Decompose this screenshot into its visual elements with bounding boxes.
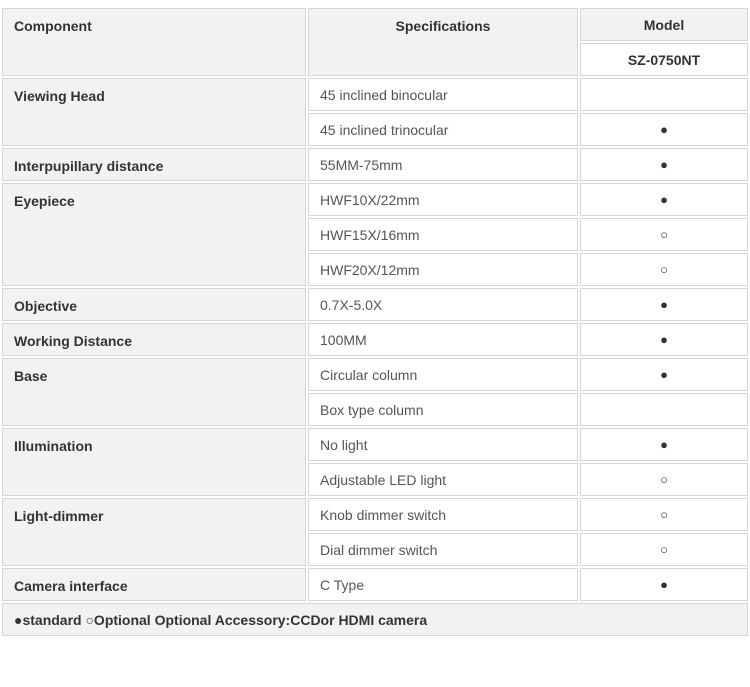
spec-cell: Circular column	[308, 358, 578, 391]
model-mark-cell: ○	[580, 218, 748, 251]
model-name: SZ-0750NT	[580, 43, 748, 76]
spec-cell: C Type	[308, 568, 578, 601]
model-mark-cell: ○	[580, 463, 748, 496]
spec-table-body: Component Specifications Model SZ-0750NT…	[2, 8, 748, 636]
header-component: Component	[2, 8, 306, 76]
component-cell: Working Distance	[2, 323, 306, 356]
model-mark-cell: ●	[580, 288, 748, 321]
spec-cell: 100MM	[308, 323, 578, 356]
table-row: Working Distance 100MM ●	[2, 323, 748, 356]
spec-cell: Dial dimmer switch	[308, 533, 578, 566]
model-mark-cell: ●	[580, 113, 748, 146]
spec-cell: Adjustable LED light	[308, 463, 578, 496]
component-cell: Camera interface	[2, 568, 306, 601]
model-mark-cell: ●	[580, 358, 748, 391]
table-row: Objective 0.7X-5.0X ●	[2, 288, 748, 321]
model-mark-cell: ○	[580, 498, 748, 531]
model-mark-cell: ●	[580, 428, 748, 461]
component-cell: Viewing Head	[2, 78, 306, 146]
legend-row: ●standard ○Optional Optional Accessory:C…	[2, 603, 748, 636]
header-model: Model	[580, 8, 748, 41]
component-cell: Illumination	[2, 428, 306, 496]
model-mark-cell: ●	[580, 148, 748, 181]
spec-cell: No light	[308, 428, 578, 461]
model-mark-cell: ●	[580, 183, 748, 216]
spec-cell: HWF15X/16mm	[308, 218, 578, 251]
table-row: Viewing Head 45 inclined binocular	[2, 78, 748, 146]
component-cell: Interpupillary distance	[2, 148, 306, 181]
spec-table: Component Specifications Model SZ-0750NT…	[0, 6, 750, 638]
header-specifications: Specifications	[308, 8, 578, 76]
component-cell: Base	[2, 358, 306, 426]
header-row: Component Specifications Model	[2, 8, 748, 76]
model-mark-cell: ●	[580, 568, 748, 601]
table-row: Illumination No light ●	[2, 428, 748, 496]
legend-note: ●standard ○Optional Optional Accessory:C…	[2, 603, 748, 636]
spec-cell: HWF10X/22mm	[308, 183, 578, 216]
component-cell: Objective	[2, 288, 306, 321]
table-row: Eyepiece HWF10X/22mm ●	[2, 183, 748, 286]
model-mark-cell	[580, 393, 748, 426]
model-mark-cell	[580, 78, 748, 111]
table-row: Base Circular column ●	[2, 358, 748, 426]
table-row: Camera interface C Type ●	[2, 568, 748, 601]
spec-cell: 45 inclined trinocular	[308, 113, 578, 146]
spec-cell: 45 inclined binocular	[308, 78, 578, 111]
spec-cell: HWF20X/12mm	[308, 253, 578, 286]
spec-cell: 55MM-75mm	[308, 148, 578, 181]
component-cell: Eyepiece	[2, 183, 306, 286]
spec-cell: Knob dimmer switch	[308, 498, 578, 531]
model-mark-cell: ○	[580, 253, 748, 286]
table-row: Light-dimmer Knob dimmer switch ○	[2, 498, 748, 566]
model-mark-cell: ●	[580, 323, 748, 356]
spec-cell: Box type column	[308, 393, 578, 426]
component-cell: Light-dimmer	[2, 498, 306, 566]
model-mark-cell: ○	[580, 533, 748, 566]
spec-cell: 0.7X-5.0X	[308, 288, 578, 321]
table-row: Interpupillary distance 55MM-75mm ●	[2, 148, 748, 181]
